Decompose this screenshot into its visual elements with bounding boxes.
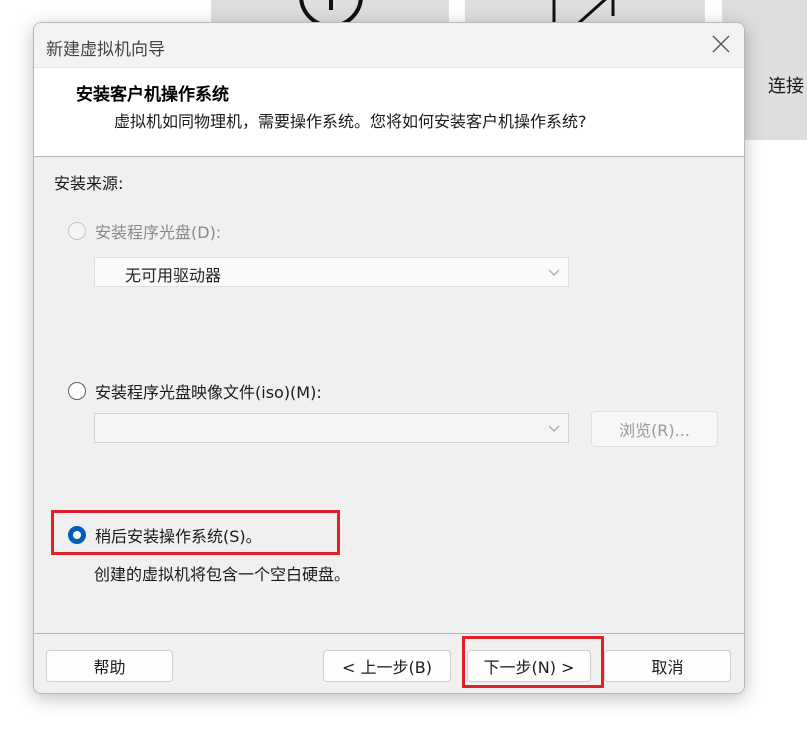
radio-later-label: 稍后安装操作系统(S)。 <box>95 527 262 546</box>
new-vm-wizard-dialog: 新建虚拟机向导 安装客户机操作系统 虚拟机如同物理机，需要操作系统。您将如何安装… <box>33 22 745 694</box>
help-button[interactable]: 帮助 <box>46 650 173 682</box>
title-bar: 新建虚拟机向导 <box>34 23 744 67</box>
disc-drive-value: 无可用驱动器 <box>125 266 222 285</box>
browse-button[interactable]: 浏览(R)... <box>591 411 718 447</box>
header-description: 虚拟机如同物理机，需要操作系统。您将如何安装客户机操作系统? <box>114 112 587 131</box>
chevron-down-icon <box>548 269 560 276</box>
dialog-title: 新建虚拟机向导 <box>46 40 165 60</box>
radio-iso[interactable] <box>68 382 86 400</box>
radio-row-iso[interactable]: 安装程序光盘映像文件(iso)(M): <box>68 379 322 403</box>
close-button[interactable] <box>698 23 744 67</box>
bg-connect-label: 连接 <box>768 76 804 97</box>
install-source-label: 安装来源: <box>54 174 124 193</box>
button-bar: 帮助 < 上一步(B) 下一步(N) > 取消 <box>34 633 744 693</box>
chevron-down-icon <box>548 425 560 432</box>
iso-path-input[interactable] <box>94 413 569 443</box>
radio-later[interactable] <box>68 526 86 544</box>
radio-disc-label: 安装程序光盘(D): <box>95 223 222 242</box>
disc-drive-dropdown[interactable]: 无可用驱动器 <box>94 257 569 287</box>
cancel-button[interactable]: 取消 <box>604 650 731 682</box>
radio-iso-label: 安装程序光盘映像文件(iso)(M): <box>95 383 322 402</box>
later-description: 创建的虚拟机将包含一个空白硬盘。 <box>94 565 351 584</box>
radio-disc[interactable] <box>68 222 86 240</box>
next-button-highlight <box>462 636 604 688</box>
header-title: 安装客户机操作系统 <box>76 85 229 105</box>
radio-row-later[interactable]: 稍后安装操作系统(S)。 <box>68 523 262 547</box>
wizard-header: 安装客户机操作系统 虚拟机如同物理机，需要操作系统。您将如何安装客户机操作系统? <box>34 67 744 157</box>
close-icon <box>712 35 730 53</box>
back-button[interactable]: < 上一步(B) <box>323 650 451 682</box>
radio-row-disc[interactable]: 安装程序光盘(D): <box>68 219 221 243</box>
